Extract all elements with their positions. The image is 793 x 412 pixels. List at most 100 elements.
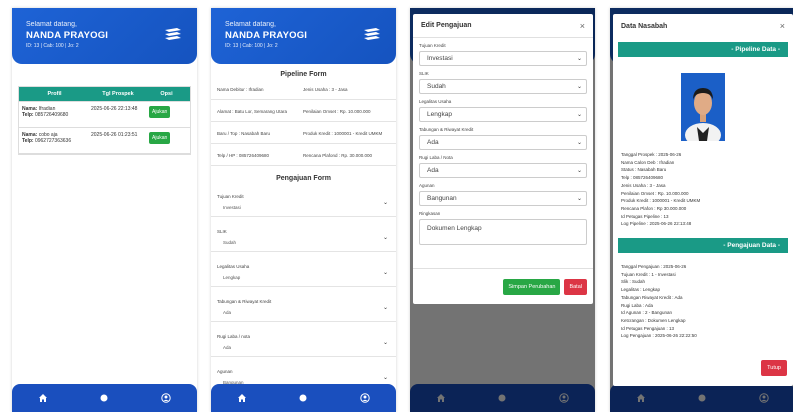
- close-button[interactable]: Tutup: [761, 360, 787, 376]
- bottom-nav: [12, 384, 197, 412]
- select-value: Sudah: [427, 83, 446, 90]
- ringkasan-textarea[interactable]: Dokumen Lengkap: [419, 219, 587, 245]
- pipeline-row: Nama Debitur : Ifradian Jenis Usaha : 3 -…: [211, 78, 396, 100]
- app-header: Selamat datang, NANDA PRAYOGI ID: 13 | C…: [211, 8, 396, 64]
- chevron-down-icon: ⌄: [382, 270, 388, 276]
- chevron-down-icon: ⌄: [576, 140, 582, 146]
- detail-line: Id Petugas Pengajuan : 13: [621, 325, 675, 331]
- action-cell: Ajukan: [149, 132, 184, 144]
- field-label: Tujuan Kredit: [217, 194, 244, 199]
- modal-footer: Simpan Perubahan Batal: [413, 268, 593, 304]
- screenshot-stage: Selamat datang, NANDA PRAYOGI ID: 13 | C…: [0, 0, 793, 412]
- cancel-button[interactable]: Batal: [564, 278, 587, 295]
- ajukan-button[interactable]: Ajukan: [149, 106, 171, 118]
- close-icon[interactable]: ×: [780, 21, 785, 31]
- detail-line: Rugi Laba : Ada: [621, 302, 654, 308]
- detail-line: Status : Nasabah Baru: [621, 167, 667, 173]
- field-value: Investasi: [223, 205, 241, 210]
- detail-line: Produk Kredit : 1000001 - Kredit UMKM: [621, 198, 701, 204]
- agunan-select[interactable]: Bangunan ⌄: [419, 191, 587, 206]
- phone-value: 085726409680: [34, 112, 69, 118]
- field-label: Legalitas Usaha: [419, 99, 452, 104]
- field-value: Ada: [223, 345, 232, 350]
- phone-prospect-list: Selamat datang, NANDA PRAYOGI ID: 13 | C…: [12, 8, 197, 412]
- profile-cell: Nama: cobo aja Telp: 0962727363636: [19, 132, 87, 144]
- rugi-laba-select[interactable]: Ada ⌄: [419, 163, 587, 178]
- pipeline-row: Baru / Top : Nasabah Baru Produk Kredit :…: [211, 122, 396, 144]
- bank-logo-icon: [364, 28, 380, 40]
- select-value: Investasi: [427, 55, 453, 62]
- field-label: Rugi Laba / nota: [217, 334, 251, 339]
- home-icon[interactable]: [234, 390, 250, 406]
- phone-value: 0962727363636: [34, 138, 72, 144]
- user-circle-icon[interactable]: [357, 390, 373, 406]
- table-header: Profil Tgl Prospek Opsi: [19, 87, 190, 102]
- save-changes-button[interactable]: Simpan Perubahan: [503, 278, 561, 295]
- slik-select[interactable]: SLIK Sudah ⌄: [211, 217, 396, 252]
- tujuan-kredit-select[interactable]: Tujuan Kredit Investasi ⌄: [211, 182, 396, 217]
- select-value: Bangunan: [427, 195, 457, 202]
- bank-logo-icon: [165, 28, 181, 40]
- detail-line: Ketcrangan : Dokumen Lengkap: [621, 317, 686, 323]
- field-label: SLIK: [419, 71, 429, 76]
- data-nasabah-modal: Data Nasabah × - Pipeline Data - Tanggal…: [613, 14, 793, 386]
- detail-line: Tanggal Prospek : 2025-06-26: [621, 152, 682, 157]
- chevron-down-icon: ⌄: [576, 196, 582, 202]
- select-value: Ada: [427, 139, 439, 146]
- tabungan-select[interactable]: Tabungan & Riwayat Kredit Ada ⌄: [211, 287, 396, 322]
- field-label: Tabungan & Riwayat Kredit: [419, 127, 474, 132]
- pipeline-details: Tanggal Prospek : 2025-06-26 Nama Calon …: [621, 151, 785, 228]
- pengajuan-data-banner: - Pengajuan Data -: [618, 238, 788, 254]
- detail-line: Rencana Plafon : Rp 30.000.000: [621, 205, 687, 211]
- pipeline-right: Produk Kredit : 1000001 - Kredit UMKM: [303, 131, 383, 136]
- tabungan-select[interactable]: Ada ⌄: [419, 135, 587, 150]
- dot-icon[interactable]: [295, 390, 311, 406]
- detail-line: Tanggal Pengajuan : 2025-06-26: [621, 264, 687, 270]
- customer-photo: [681, 73, 725, 141]
- date-cell: 2025-06-26 22:13:48: [91, 106, 138, 112]
- ajukan-button[interactable]: Ajukan: [149, 132, 171, 144]
- pipeline-left: Nama Debitur : Ifradian: [217, 87, 264, 92]
- chevron-down-icon: ⌄: [576, 84, 582, 90]
- tujuan-kredit-select[interactable]: Investasi ⌄: [419, 51, 587, 66]
- field-label: Agunan: [419, 183, 435, 188]
- pipeline-row: Telp / HP : 085726409680 Rencana Plafond …: [211, 144, 396, 166]
- table-row: Nama: cobo aja Telp: 0962727363636 2025-…: [19, 128, 190, 154]
- field-label: Tabungan & Riwayat Kredit: [217, 299, 272, 304]
- phone-label: Telp:: [22, 112, 34, 118]
- close-icon[interactable]: ×: [580, 21, 585, 31]
- detail-line: Slik : Sudah: [621, 279, 646, 285]
- modal-header: Edit Pengajuan ×: [413, 14, 593, 38]
- field-label: SLIK: [217, 229, 227, 234]
- detail-line: Tujuan Kredit : 1 - Investasi: [621, 271, 676, 277]
- detail-line: Nama Calon Deb : Ifradian: [621, 159, 675, 165]
- detail-line: Log Pipeline : 2025-06-26 22:13:48: [621, 221, 692, 227]
- modal-title: Data Nasabah: [621, 22, 668, 30]
- phone-edit-pengajuan: Edit Pengajuan × Tujuan Kredit Investasi…: [410, 8, 595, 412]
- pipeline-left: Telp / HP : 085726409680: [217, 153, 269, 158]
- detail-line: Id Petugas Pipeline : 13: [621, 213, 669, 219]
- chevron-down-icon: ⌄: [576, 112, 582, 118]
- home-icon[interactable]: [35, 390, 51, 406]
- field-value: Lengkap: [223, 275, 241, 280]
- phone-label: Telp:: [22, 138, 34, 144]
- chevron-down-icon: ⌄: [382, 340, 388, 346]
- col-header-opsi: Opsi: [160, 91, 173, 97]
- dot-icon[interactable]: [96, 390, 112, 406]
- date-cell: 2025-06-26 01:23:51: [91, 132, 138, 138]
- phone-data-nasabah: Data Nasabah × - Pipeline Data - Tanggal…: [610, 8, 793, 412]
- detail-line: Tabungan Riwayat Kredit : Ada: [621, 294, 683, 300]
- rugi-laba-select[interactable]: Rugi Laba / nota Ada ⌄: [211, 322, 396, 357]
- user-circle-icon[interactable]: [158, 390, 174, 406]
- slik-select[interactable]: Sudah ⌄: [419, 79, 587, 94]
- edit-pengajuan-modal: Edit Pengajuan × Tujuan Kredit Investasi…: [413, 14, 593, 304]
- pipeline-right: Penilaian Omset : Rp. 10.000.000: [303, 109, 371, 114]
- col-header-tgl: Tgl Prospek: [102, 91, 134, 97]
- chevron-down-icon: ⌄: [382, 235, 388, 241]
- legalitas-select[interactable]: Legalitas Usaha Lengkap ⌄: [211, 252, 396, 287]
- legalitas-select[interactable]: Lengkap ⌄: [419, 107, 587, 122]
- pipeline-row: Alamat : Batu Lor, Semarang Utara Penilai…: [211, 100, 396, 122]
- action-cell: Ajukan: [149, 106, 184, 118]
- modal-title: Edit Pengajuan: [421, 22, 472, 29]
- chevron-down-icon: ⌄: [382, 305, 388, 311]
